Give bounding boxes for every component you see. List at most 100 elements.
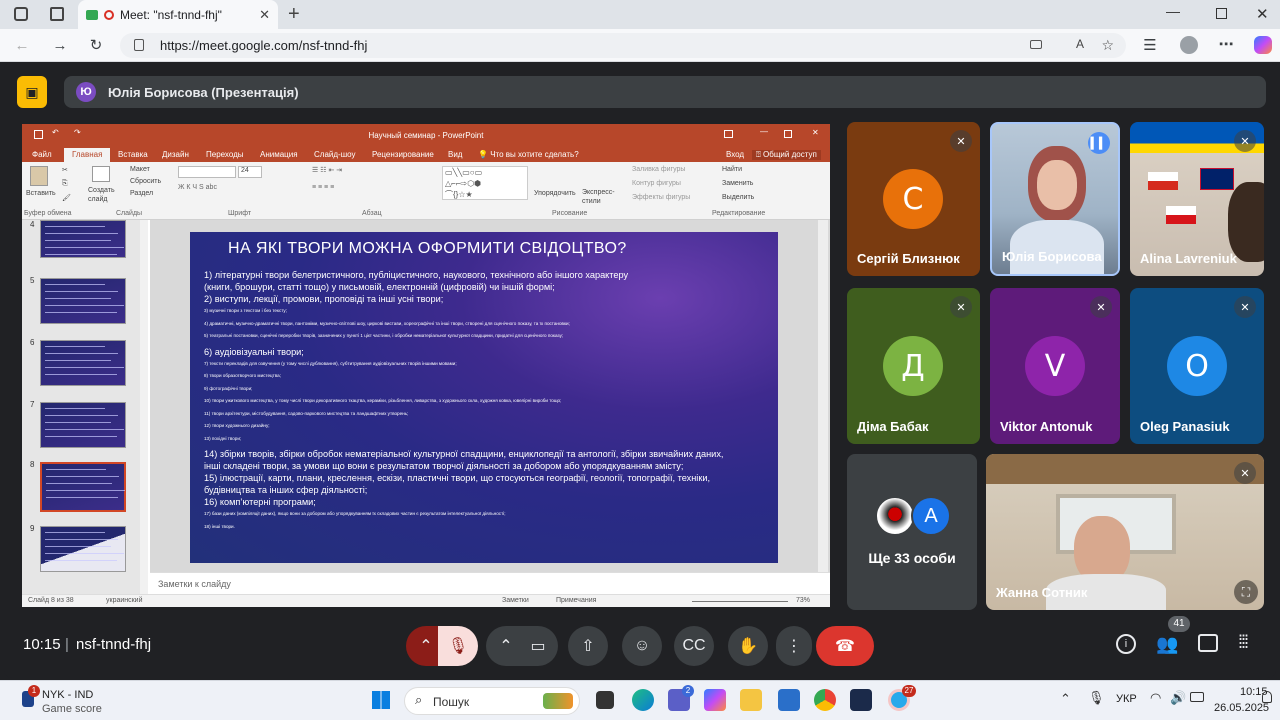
store-icon[interactable]: [778, 689, 800, 711]
ppt-signin[interactable]: Вход: [726, 150, 744, 159]
ppt-undo-icon[interactable]: ↶: [52, 128, 59, 137]
photos-app-icon[interactable]: [850, 689, 872, 711]
pin-frame-icon[interactable]: ⛶: [1234, 580, 1258, 604]
task-view-icon[interactable]: [596, 691, 614, 709]
format-painter-icon[interactable]: 🖌: [62, 194, 71, 202]
arrange-button[interactable]: Упорядочить: [534, 190, 576, 197]
favorites-list-icon[interactable]: ☰: [1140, 36, 1160, 56]
tab-actions-icon[interactable]: [50, 7, 64, 21]
slide-scrollbar[interactable]: [818, 220, 828, 572]
leave-call-button[interactable]: ☎: [816, 626, 874, 666]
ppt-ribbon-options-icon[interactable]: [724, 130, 733, 138]
others-tile[interactable]: A Ще 33 особи: [847, 454, 977, 610]
participant-tile[interactable]: ✕ Alina Lavreniuk: [1130, 122, 1264, 276]
weather-widget[interactable]: 1 NYK - IND Game score: [20, 685, 140, 717]
raise-hand-button[interactable]: ✋: [728, 626, 768, 666]
slide-thumbnail-selected[interactable]: [40, 462, 126, 512]
find-button[interactable]: Найти: [722, 166, 742, 173]
ppt-tab-view[interactable]: Вид: [448, 150, 462, 159]
forward-icon[interactable]: →: [50, 36, 70, 56]
font-name-input[interactable]: [178, 166, 236, 178]
copy-icon[interactable]: ⎘: [62, 180, 68, 188]
ppt-save-icon[interactable]: [34, 130, 43, 139]
ppt-minimize-icon[interactable]: —: [760, 127, 768, 136]
microphone-tray-icon[interactable]: 🎙: [1088, 690, 1105, 706]
slide-thumbnail[interactable]: [40, 220, 126, 258]
ppt-redo-icon[interactable]: ↷: [74, 128, 81, 137]
clock-date[interactable]: 26.05.2025: [1214, 702, 1269, 714]
thumb-scrollbar[interactable]: [140, 220, 148, 594]
file-explorer-icon[interactable]: [740, 689, 762, 711]
participant-tile[interactable]: O ✕ Oleg Panasiuk: [1130, 288, 1264, 444]
tab-close-icon[interactable]: ✕: [259, 7, 270, 23]
minimize-icon[interactable]: —: [1166, 3, 1180, 19]
copilot-icon[interactable]: [1254, 36, 1272, 54]
shapes-gallery[interactable]: ▭╲╲▭○▭ △⌐⌐⇨⬡⬢ ⌒{}☆★: [442, 166, 528, 200]
express-styles-button[interactable]: Экспресс-стили: [582, 188, 618, 206]
ppt-tab-file[interactable]: Файл: [32, 150, 52, 159]
current-slide[interactable]: НА ЯКІ ТВОРИ МОЖНА ОФОРМИТИ СВІДОЦТВО? 1…: [190, 232, 778, 563]
paragraph-buttons[interactable]: ☰ ☷ ⇤ ⇥: [312, 166, 342, 174]
slide-thumbnail[interactable]: [40, 340, 126, 386]
participant-tile-speaking[interactable]: ▍▍ Юлія Борисова: [990, 122, 1120, 276]
ppt-tab-design[interactable]: Дизайн: [162, 150, 189, 159]
back-icon[interactable]: ←: [12, 36, 32, 56]
present-screen-button[interactable]: ⇧: [568, 626, 608, 666]
font-size-input[interactable]: 24: [238, 166, 262, 178]
workspaces-icon[interactable]: [14, 7, 28, 21]
search-box[interactable]: ⌕ Пошук: [404, 687, 580, 715]
activities-icon[interactable]: ⁞⁞⁞: [1238, 632, 1249, 653]
ppt-tab-slideshow[interactable]: Слайд-шоу: [314, 150, 355, 159]
battery-icon[interactable]: [1190, 692, 1204, 702]
camera-icon[interactable]: [1030, 40, 1042, 49]
slide-thumbnail[interactable]: [40, 526, 126, 572]
participant-tile[interactable]: V ✕ Viktor Antonuk: [990, 288, 1120, 444]
ppt-close-icon[interactable]: ✕: [812, 128, 819, 137]
maximize-icon[interactable]: [1216, 8, 1227, 19]
more-menu-icon[interactable]: ⋯: [1216, 35, 1236, 55]
participant-tile[interactable]: С ✕ Сергій Близнюк: [847, 122, 980, 276]
new-slide-icon[interactable]: [92, 166, 110, 182]
presentation-icon[interactable]: ▣: [17, 76, 47, 108]
ppt-tellme[interactable]: 💡 Что вы хотите сделать?: [478, 150, 579, 159]
profile-avatar[interactable]: [1180, 36, 1198, 54]
chat-icon[interactable]: [1198, 634, 1218, 652]
meeting-info-icon[interactable]: i: [1116, 634, 1136, 654]
browser-tab-meet[interactable]: Meet: "nsf-tnnd-fhj" ✕: [78, 0, 278, 29]
align-buttons[interactable]: ≡ ≡ ≡ ≡: [312, 184, 334, 191]
tray-chevron-icon[interactable]: ⌃: [1060, 691, 1071, 707]
close-window-icon[interactable]: ✕: [1256, 5, 1269, 23]
slide-notes[interactable]: Заметки к слайду: [150, 572, 830, 594]
replace-button[interactable]: Заменить: [722, 180, 753, 187]
status-comments-button[interactable]: Примечания: [556, 597, 596, 604]
reactions-button[interactable]: ☺: [622, 626, 662, 666]
notifications-icon[interactable]: [1262, 691, 1272, 703]
status-notes-button[interactable]: Заметки: [502, 597, 529, 604]
ppt-tab-transitions[interactable]: Переходы: [206, 150, 244, 159]
ppt-maximize-icon[interactable]: [784, 130, 792, 138]
slide-thumbnail[interactable]: [40, 278, 126, 324]
new-tab-button[interactable]: +: [288, 3, 300, 26]
camera-button[interactable]: ▭: [518, 626, 558, 666]
zoom-slider[interactable]: [692, 601, 788, 602]
slide-thumbnail[interactable]: [40, 402, 126, 448]
select-button[interactable]: Выделить: [722, 194, 754, 201]
shape-fill-button[interactable]: Заливка фигуры: [632, 166, 685, 173]
ppt-tab-review[interactable]: Рецензирование: [372, 150, 434, 159]
new-slide-label[interactable]: Создать слайд: [88, 186, 122, 204]
paste-icon[interactable]: [30, 166, 48, 186]
wifi-icon[interactable]: ◠: [1150, 690, 1161, 706]
favorite-icon[interactable]: ☆: [1101, 37, 1114, 54]
captions-button[interactable]: CC: [674, 626, 714, 666]
shape-effects-button[interactable]: Эффекты фигуры: [632, 194, 690, 201]
read-aloud-icon[interactable]: A: [1076, 37, 1084, 51]
microphone-off-button[interactable]: 🎙: [438, 626, 478, 666]
people-icon[interactable]: 👥: [1156, 634, 1178, 655]
font-format-buttons[interactable]: Ж К Ч S abc: [178, 184, 217, 191]
edge-icon[interactable]: [632, 689, 654, 711]
cut-icon[interactable]: ✂: [62, 166, 68, 174]
reset-button[interactable]: Сбросить: [130, 178, 161, 185]
ppt-tab-insert[interactable]: Вставка: [118, 150, 148, 159]
shape-outline-button[interactable]: Контур фигуры: [632, 180, 681, 187]
ppt-share[interactable]: ⍰ Общий доступ: [752, 150, 821, 160]
